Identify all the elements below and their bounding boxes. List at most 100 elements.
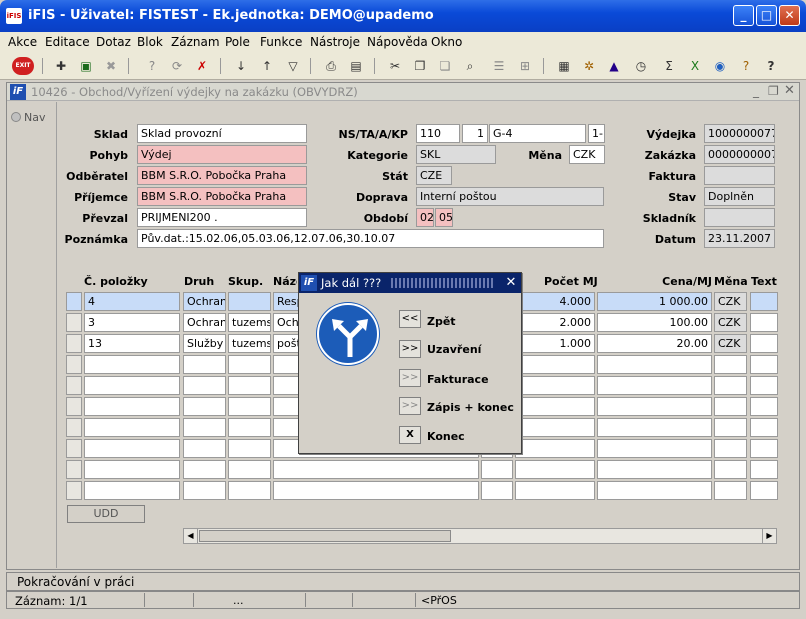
cell-druh[interactable] — [183, 355, 226, 374]
zpet-button[interactable]: << — [399, 310, 421, 328]
menu-akce[interactable]: Akce — [8, 35, 37, 49]
cell-null[interactable] — [481, 460, 513, 479]
search-icon[interactable]: ⌕ — [461, 57, 479, 75]
row-selector[interactable] — [66, 397, 82, 416]
cell-cena[interactable] — [597, 481, 712, 500]
ns-field-4[interactable]: 1-I — [588, 124, 605, 143]
cell-druh[interactable]: Ochranr — [183, 292, 226, 311]
cell-skup[interactable]: tuzemsł — [228, 313, 271, 332]
obdobi-field-1[interactable]: 02 — [416, 208, 434, 227]
cell-nazev[interactable] — [273, 481, 479, 500]
cell-text[interactable] — [750, 481, 778, 500]
scroll-left-icon[interactable]: ◀ — [184, 529, 198, 543]
sklad-field[interactable]: Sklad provozní — [137, 124, 307, 143]
cell-cislo[interactable] — [84, 355, 180, 374]
help-book-icon[interactable]: ? — [737, 57, 755, 75]
form-minimize-icon[interactable]: _ — [753, 84, 759, 98]
query-icon[interactable]: ? — [143, 57, 161, 75]
insert-record-icon[interactable]: ▣ — [77, 57, 95, 75]
cell-druh[interactable] — [183, 460, 226, 479]
cell-text[interactable] — [750, 418, 778, 437]
cell-text[interactable] — [750, 439, 778, 458]
cell-cislo[interactable] — [84, 418, 180, 437]
sort-desc-icon[interactable]: ↑ — [258, 57, 276, 75]
cell-skup[interactable] — [228, 376, 271, 395]
cell-cena[interactable] — [597, 418, 712, 437]
row-selector[interactable] — [66, 439, 82, 458]
cell-cislo[interactable] — [84, 481, 180, 500]
excel-icon[interactable]: X — [686, 57, 704, 75]
cell-skup[interactable]: tuzemsł — [228, 334, 271, 353]
cell-druh[interactable] — [183, 481, 226, 500]
cell-cislo[interactable] — [84, 397, 180, 416]
row-selector[interactable] — [66, 292, 82, 311]
cell-skup[interactable] — [228, 481, 271, 500]
cell-cislo[interactable] — [84, 460, 180, 479]
datum-field[interactable]: 23.11.2007 — [704, 229, 775, 248]
cell-pocet[interactable] — [515, 355, 595, 374]
cell-cislo[interactable]: 13 — [84, 334, 180, 353]
cell-druh[interactable] — [183, 439, 226, 458]
cell-pocet[interactable]: 1.000 — [515, 334, 595, 353]
cell-skup[interactable] — [228, 397, 271, 416]
ns-field-1[interactable]: 110 — [416, 124, 460, 143]
fakturace-button[interactable]: >> — [399, 369, 421, 387]
menu-pole[interactable]: Pole — [225, 35, 250, 49]
vydejka-field[interactable]: 1000000077 — [704, 124, 775, 143]
cell-druh[interactable]: Služby — [183, 334, 226, 353]
doprava-field[interactable]: Interní poštou — [416, 187, 604, 206]
prevzal-field[interactable]: PRIJMENI200 . — [137, 208, 307, 227]
prijemce-field[interactable]: BBM S.R.O. Pobočka Praha — [137, 187, 307, 206]
cell-text[interactable] — [750, 334, 778, 353]
cell-cena[interactable]: 100.00 — [597, 313, 712, 332]
row-selector[interactable] — [66, 481, 82, 500]
cell-pocet[interactable] — [515, 460, 595, 479]
sum-icon[interactable]: Σ — [660, 57, 678, 75]
menu-editace[interactable]: Editace — [45, 35, 90, 49]
close-button[interactable]: ✕ — [779, 5, 800, 26]
minimize-button[interactable]: _ — [733, 5, 754, 26]
cell-pocet[interactable] — [515, 481, 595, 500]
cell-druh[interactable] — [183, 418, 226, 437]
cell-pocet[interactable]: 2.000 — [515, 313, 595, 332]
zakazka-field[interactable]: 0000000007 — [704, 145, 775, 164]
cell-text[interactable] — [750, 292, 778, 311]
cell-cena[interactable]: 1 000.00 — [597, 292, 712, 311]
cell-cislo[interactable] — [84, 376, 180, 395]
kategorie-field[interactable]: SKL — [416, 145, 496, 164]
cell-cislo[interactable]: 4 — [84, 292, 180, 311]
cell-druh[interactable] — [183, 397, 226, 416]
edit-icon[interactable]: ⊞ — [516, 57, 534, 75]
settings-icon[interactable]: ✲ — [580, 57, 598, 75]
menu-dotaz[interactable]: Dotaz — [96, 35, 131, 49]
cell-mena[interactable] — [714, 355, 747, 374]
uzavreni-button[interactable]: >> — [399, 340, 421, 358]
print-icon[interactable]: ⎙ — [322, 57, 340, 75]
filter-icon[interactable]: ▽ — [284, 57, 302, 75]
cell-text[interactable] — [750, 460, 778, 479]
cell-druh[interactable] — [183, 376, 226, 395]
cell-cena[interactable] — [597, 376, 712, 395]
cut-icon[interactable]: ✂ — [386, 57, 404, 75]
stav-field[interactable]: Doplněn — [704, 187, 775, 206]
faktura-field[interactable] — [704, 166, 775, 185]
konec-button[interactable]: X — [399, 426, 421, 444]
pohyb-field[interactable]: Výdej — [137, 145, 307, 164]
delete-record-icon[interactable]: ✖ — [102, 57, 120, 75]
cell-skup[interactable] — [228, 292, 271, 311]
cell-mena[interactable]: CZK — [714, 313, 747, 332]
cell-mena[interactable] — [714, 460, 747, 479]
cell-mena[interactable] — [714, 376, 747, 395]
cell-text[interactable] — [750, 397, 778, 416]
form-close-icon[interactable]: ✕ — [784, 83, 795, 98]
cell-mena[interactable] — [714, 481, 747, 500]
zapis-konec-button[interactable]: >> — [399, 397, 421, 415]
odberatel-field[interactable]: BBM S.R.O. Pobočka Praha — [137, 166, 307, 185]
ns-field-2[interactable]: 1 — [462, 124, 488, 143]
row-selector[interactable] — [66, 334, 82, 353]
cell-cena[interactable] — [597, 355, 712, 374]
obdobi-field-2[interactable]: 05 — [435, 208, 453, 227]
cell-pocet[interactable] — [515, 397, 595, 416]
menu-blok[interactable]: Blok — [137, 35, 163, 49]
cell-cislo[interactable] — [84, 439, 180, 458]
